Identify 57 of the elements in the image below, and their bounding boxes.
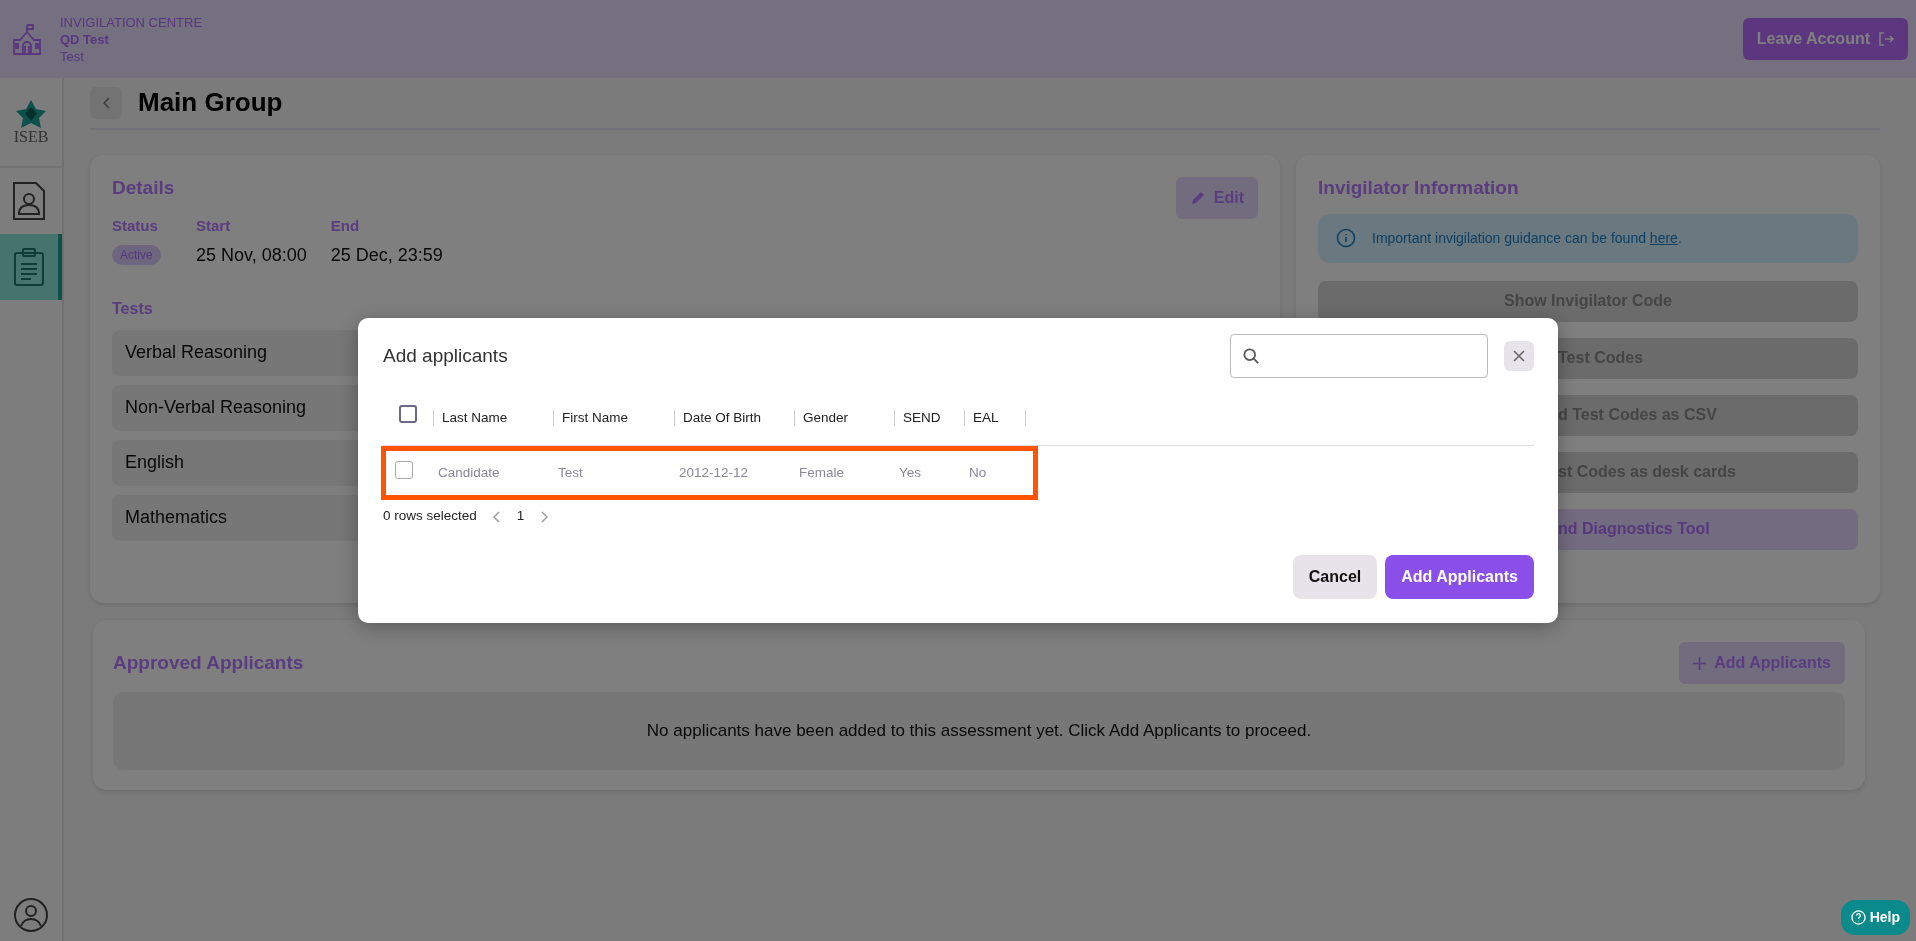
search-field[interactable] bbox=[1230, 334, 1488, 379]
column-header: SEND bbox=[894, 409, 964, 426]
info-message: Important invigilation guidance can be found here. bbox=[1372, 228, 1682, 248]
help-button[interactable]: Help bbox=[1840, 900, 1910, 935]
section-heading: Invigilator Information bbox=[1318, 177, 1520, 200]
tests-heading: Tests bbox=[112, 298, 154, 318]
search-icon bbox=[1243, 347, 1260, 366]
next-page-icon[interactable] bbox=[540, 510, 549, 523]
pencil-icon bbox=[1189, 190, 1206, 206]
column-header: First Name bbox=[553, 409, 674, 426]
page-title: Main Group bbox=[138, 87, 283, 119]
field-label: Status bbox=[112, 216, 159, 236]
school-icon bbox=[10, 22, 44, 56]
field-label: Start bbox=[196, 216, 232, 236]
select-all-checkbox[interactable] bbox=[399, 405, 417, 424]
section-label: INVIGILATION CENTRE bbox=[60, 13, 203, 31]
table-cell-text: Yes bbox=[898, 464, 923, 483]
dialog-title: Add applicants bbox=[383, 344, 509, 368]
add-applicants-button[interactable]: Add Applicants bbox=[1385, 554, 1534, 599]
row-checkbox[interactable] bbox=[395, 460, 413, 479]
chevron-left-icon bbox=[102, 97, 110, 109]
table-cell-text: Test bbox=[557, 464, 584, 483]
back-button[interactable] bbox=[90, 87, 122, 119]
user-avatar-icon[interactable] bbox=[13, 897, 49, 933]
guidance-link[interactable]: here bbox=[1649, 229, 1678, 246]
table-cell-text: 2012-12-12 bbox=[678, 464, 750, 483]
field-label: End bbox=[330, 216, 361, 236]
page-number[interactable]: 1 bbox=[516, 506, 525, 527]
logo-text: ISEB bbox=[13, 129, 49, 145]
table-cell-text: Female bbox=[798, 464, 845, 483]
section-heading: Approved Applicants bbox=[113, 651, 304, 675]
centre-subtitle: Test bbox=[60, 47, 85, 65]
nav-item[interactable] bbox=[0, 234, 62, 300]
close-icon bbox=[1513, 350, 1525, 363]
logout-icon bbox=[1878, 31, 1894, 47]
column-header: Gender bbox=[794, 409, 894, 426]
column-header: Date Of Birth bbox=[674, 409, 794, 426]
table-cell-text: No bbox=[968, 464, 988, 483]
close-button[interactable] bbox=[1504, 341, 1534, 372]
previous-page-icon[interactable] bbox=[492, 510, 501, 523]
empty-message: No applicants have been added to this assessment yet. Click Add Applicants to proceed. bbox=[646, 720, 1312, 743]
cancel-button[interactable]: Cancel bbox=[1292, 554, 1378, 599]
info-icon bbox=[1336, 228, 1356, 249]
star-logo-icon bbox=[14, 99, 48, 129]
plus-icon bbox=[1693, 656, 1707, 670]
question-icon bbox=[1850, 910, 1866, 925]
selection-count: 0 rows selected bbox=[383, 507, 477, 526]
clipboard-icon bbox=[13, 247, 45, 287]
column-header: EAL bbox=[964, 409, 1025, 426]
field-value: 25 Dec, 23:59 bbox=[330, 243, 443, 267]
field-value: 25 Nov, 08:00 bbox=[196, 243, 307, 267]
centre-name: QD Test bbox=[60, 30, 110, 48]
profile-document-icon bbox=[12, 181, 46, 221]
section-heading: Details bbox=[112, 177, 175, 200]
column-header: Last Name bbox=[433, 409, 553, 426]
table-cell-text: Candidate bbox=[437, 464, 501, 483]
leave-account-button[interactable]: Leave Account bbox=[1742, 18, 1908, 60]
